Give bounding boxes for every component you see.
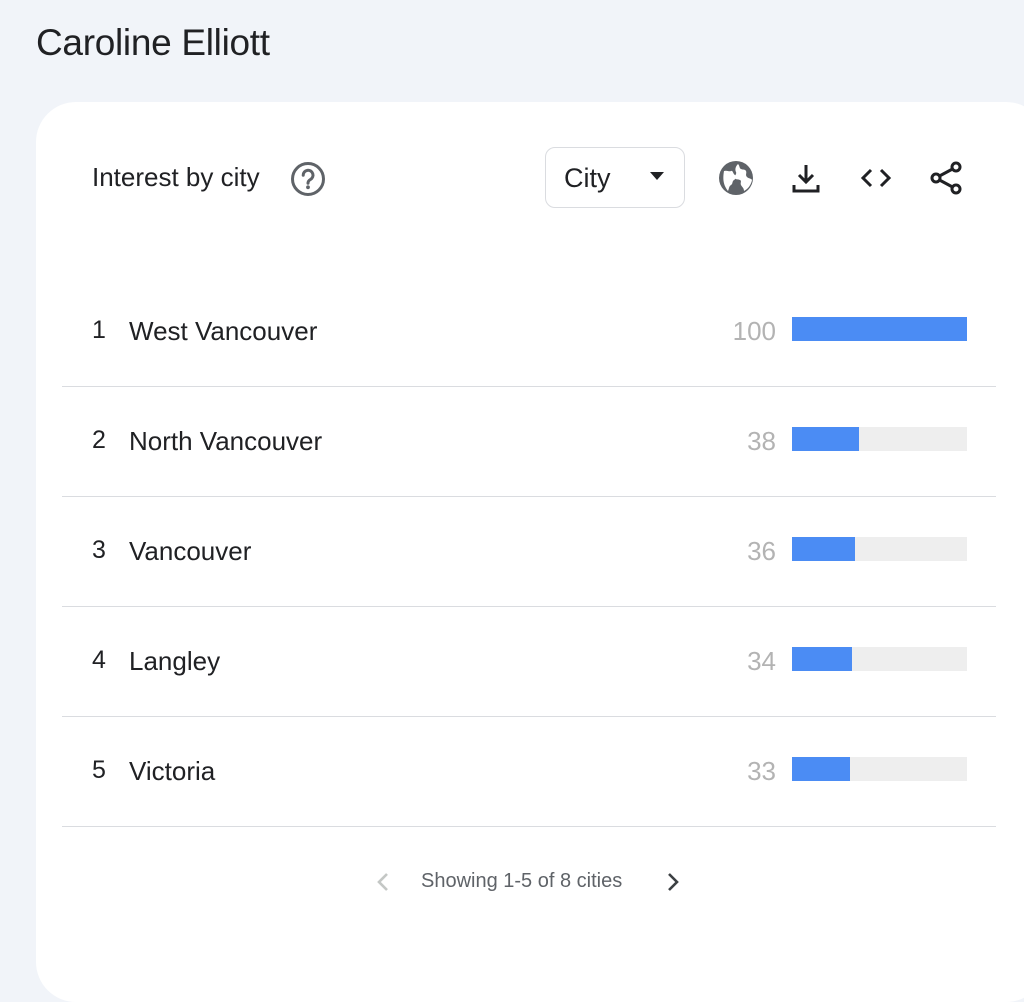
row-bar-fill: [792, 317, 967, 341]
row-bar-track: [792, 537, 967, 561]
row-value: 100: [732, 316, 776, 346]
page-title: Caroline Elliott: [36, 22, 270, 63]
row-rank: 1: [92, 316, 106, 344]
row-value: 38: [747, 426, 776, 456]
row-city-name: North Vancouver: [129, 426, 323, 456]
chevron-left-icon[interactable]: [370, 868, 398, 896]
row-bar-fill: [792, 647, 852, 671]
card-header: Interest by city City: [36, 102, 1024, 252]
row-bar-track: [792, 647, 967, 671]
row-bar-track: [792, 757, 967, 781]
card-title: Interest by city: [92, 162, 260, 192]
pagination: Showing 1-5 of 8 cities: [36, 862, 1024, 902]
download-icon[interactable]: [786, 158, 826, 198]
help-circle-icon[interactable]: [290, 161, 326, 197]
row-bar-track: [792, 317, 967, 341]
row-bar-fill: [792, 427, 859, 451]
resolution-dropdown[interactable]: City: [545, 147, 685, 208]
city-row[interactable]: 1 West Vancouver 100: [62, 276, 996, 387]
row-rank: 3: [92, 536, 106, 564]
row-rank: 4: [92, 646, 106, 674]
city-row[interactable]: 4 Langley 34: [62, 606, 996, 717]
row-bar-track: [792, 427, 967, 451]
embed-code-icon[interactable]: [856, 158, 896, 198]
row-bar-fill: [792, 757, 850, 781]
pagination-status: Showing 1-5 of 8 cities: [421, 870, 623, 892]
dropdown-selected-value: City: [564, 163, 611, 193]
row-rank: 2: [92, 426, 106, 454]
row-city-name: Langley: [129, 646, 221, 676]
chevron-right-icon[interactable]: [658, 868, 686, 896]
row-value: 34: [747, 646, 776, 676]
row-city-name: West Vancouver: [129, 316, 318, 346]
city-row[interactable]: 2 North Vancouver 38: [62, 386, 996, 497]
row-city-name: Victoria: [129, 756, 216, 786]
row-city-name: Vancouver: [129, 536, 252, 566]
row-value: 36: [747, 536, 776, 566]
row-bar-fill: [792, 537, 855, 561]
caret-down-icon: [650, 172, 664, 180]
globe-icon[interactable]: [716, 158, 756, 198]
row-rank: 5: [92, 756, 106, 784]
city-row[interactable]: 5 Victoria 33: [62, 716, 996, 827]
city-row[interactable]: 3 Vancouver 36: [62, 496, 996, 607]
interest-by-city-card: Interest by city City 1 West Vancouver 1…: [36, 102, 1024, 1002]
share-icon[interactable]: [926, 158, 966, 198]
row-value: 33: [747, 756, 776, 786]
